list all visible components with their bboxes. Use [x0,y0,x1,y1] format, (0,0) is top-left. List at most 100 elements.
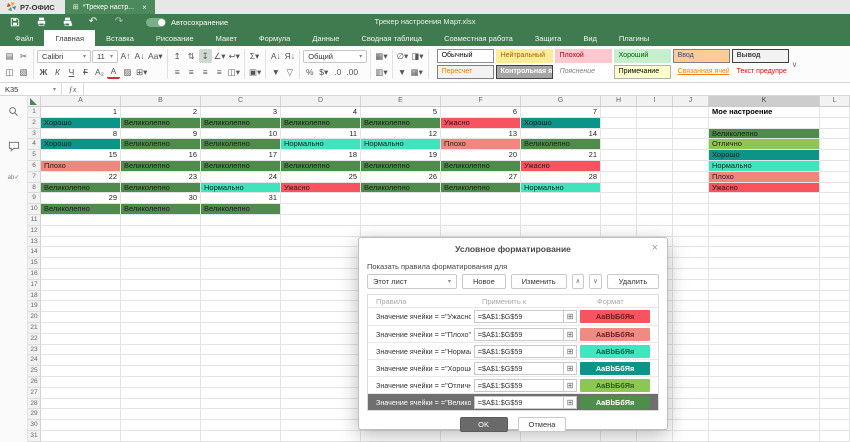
row-header-14[interactable]: 14 [28,247,41,258]
wrap-text-icon[interactable]: ↩▾ [228,49,241,63]
column-header-D[interactable]: D [281,96,361,107]
cell-D13[interactable] [281,237,361,248]
cell-D8[interactable]: Ужасно [281,183,361,194]
cell-K15[interactable] [709,258,820,269]
cell-style-neutral[interactable]: Нейтральный [496,49,553,63]
cell-D26[interactable] [281,377,361,388]
cell-G5[interactable]: 21 [521,150,601,161]
cell-F11[interactable] [441,215,521,226]
cell-J12[interactable] [673,226,709,237]
cell-A25[interactable] [41,366,121,377]
cancel-button[interactable]: Отмена [518,417,567,432]
cell-K8[interactable]: Ужасно [709,183,820,194]
justify-icon[interactable]: ≡ [213,65,226,79]
menu-tab-data[interactable]: Данные [301,30,350,46]
cell-K17[interactable] [709,280,820,291]
row-header-1[interactable]: 1 [28,107,41,118]
cell-K28[interactable] [709,399,820,410]
cell-L30[interactable] [820,420,850,431]
cell-D22[interactable] [281,334,361,345]
cell-A7[interactable]: 22 [41,172,121,183]
cell-B3[interactable]: 9 [121,129,201,140]
cell-I7[interactable] [637,172,673,183]
cell-L2[interactable] [820,118,850,129]
cell-C11[interactable] [201,215,281,226]
format-painter-icon[interactable]: ▧ [17,65,30,79]
cell-I31[interactable] [637,431,673,442]
cell-style-input[interactable]: Ввод [673,49,730,63]
cell-style-normal[interactable]: Обычный [437,49,494,63]
delete-rule-button[interactable]: Удалить [607,274,659,289]
cell-L8[interactable] [820,183,850,194]
font-decrease-icon[interactable]: A↓ [133,49,146,63]
column-header-H[interactable]: H [601,96,637,107]
cell-C18[interactable] [201,291,281,302]
cell-D4[interactable]: Нормально [281,139,361,150]
cell-J23[interactable] [673,345,709,356]
cell-H9[interactable] [601,193,637,204]
cell-C16[interactable] [201,269,281,280]
cell-D12[interactable] [281,226,361,237]
cell-style-explanatory[interactable]: Пояснение [555,65,612,79]
cell-J29[interactable] [673,409,709,420]
cell-G9[interactable] [521,193,601,204]
save-icon[interactable] [8,16,22,28]
cell-K30[interactable] [709,420,820,431]
quick-print-icon[interactable] [60,16,74,28]
align-bottom-icon[interactable]: ↧ [199,49,212,63]
row-header-8[interactable]: 8 [28,183,41,194]
cell-K12[interactable] [709,226,820,237]
cell-E12[interactable] [361,226,441,237]
cell-H2[interactable] [601,118,637,129]
select-range-icon[interactable]: ⊞ [563,346,576,357]
cell-K22[interactable] [709,334,820,345]
rule-range-input[interactable]: =$A$1:$G$59⊞ [474,310,577,323]
cell-K19[interactable] [709,301,820,312]
cell-L14[interactable] [820,247,850,258]
cell-E9[interactable] [361,193,441,204]
document-tab[interactable]: ⊞ *Трекер настр... × [65,0,155,14]
cell-A27[interactable] [41,388,121,399]
cell-A9[interactable]: 29 [41,193,121,204]
column-header-E[interactable]: E [361,96,441,107]
cell-A30[interactable] [41,420,121,431]
row-header-26[interactable]: 26 [28,377,41,388]
cell-H12[interactable] [601,226,637,237]
clear-icon[interactable]: ∅▾ [396,49,410,63]
cell-C14[interactable] [201,247,281,258]
cell-E1[interactable]: 5 [361,107,441,118]
row-header-27[interactable]: 27 [28,388,41,399]
cell-F1[interactable]: 6 [441,107,521,118]
cell-A12[interactable] [41,226,121,237]
cell-J7[interactable] [673,172,709,183]
cell-F2[interactable]: Ужасно [441,118,521,129]
cell-J9[interactable] [673,193,709,204]
rule-range-input[interactable]: =$A$1:$G$59⊞ [474,362,577,375]
menu-tab-formula[interactable]: Формула [248,30,301,46]
cell-K25[interactable] [709,366,820,377]
paste-icon[interactable]: ▤ [3,49,16,63]
cell-J16[interactable] [673,269,709,280]
cell-L3[interactable] [820,129,850,140]
cell-A8[interactable]: Великолепно [41,183,121,194]
cell-I10[interactable] [637,204,673,215]
increase-decimal-icon[interactable]: .00 [345,65,359,79]
select-all-button[interactable] [28,96,41,107]
dialog-close-icon[interactable]: × [652,242,658,254]
menu-tab-layout[interactable]: Макет [205,30,248,46]
cell-F3[interactable]: 13 [441,129,521,140]
cell-L31[interactable] [820,431,850,442]
row-header-12[interactable]: 12 [28,226,41,237]
cell-style-check-cell[interactable]: Контрольная я [496,65,553,79]
row-header-18[interactable]: 18 [28,291,41,302]
cell-B25[interactable] [121,366,201,377]
cell-D10[interactable] [281,204,361,215]
cell-L18[interactable] [820,291,850,302]
cell-H4[interactable] [601,139,637,150]
row-header-4[interactable]: 4 [28,139,41,150]
cell-C19[interactable] [201,301,281,312]
cell-D14[interactable] [281,247,361,258]
cell-G1[interactable]: 7 [521,107,601,118]
cell-A16[interactable] [41,269,121,280]
cut-icon[interactable]: ✂ [17,49,30,63]
